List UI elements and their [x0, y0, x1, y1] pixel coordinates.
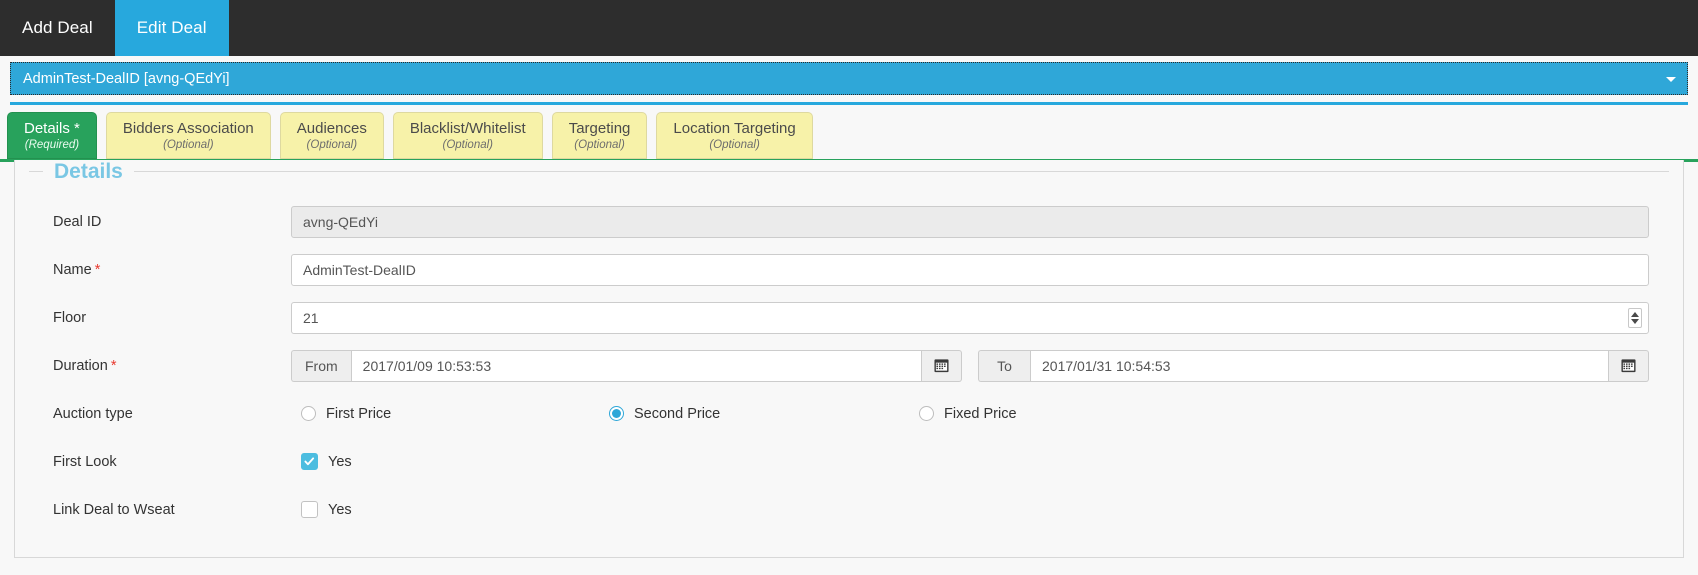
name-field-wrap: [291, 253, 1669, 286]
tab-location-targeting-title: Location Targeting: [673, 120, 796, 137]
tab-bidders-association-subtitle: (Optional): [163, 139, 214, 152]
duration-from-addon: From: [291, 349, 351, 382]
tab-audiences-title: Audiences: [296, 120, 367, 137]
first-look-label: First Look: [53, 453, 117, 470]
tab-bidders-association[interactable]: Bidders Association (Optional): [105, 112, 271, 159]
auction-type-label: Auction type: [53, 405, 133, 422]
legend-rule-right: [133, 171, 1669, 173]
radio-first-price-indicator[interactable]: [301, 406, 316, 422]
tab-details-title: Details *: [24, 120, 80, 137]
checkbox-link-deal-to-wseat-indicator[interactable]: [301, 501, 318, 519]
radio-second-price[interactable]: Second Price: [609, 406, 919, 422]
form-row-first-look: First Look Yes: [29, 438, 1669, 486]
deal-selector-dropdown[interactable]: AdminTest-DealID [avng-QEdYi]: [10, 62, 1688, 95]
tab-audiences-subtitle: (Optional): [306, 139, 358, 152]
duration-field-wrap: From 2017/01/09 10:53:53 To 2017/01/31 1…: [291, 349, 1669, 382]
floor-label: Floor: [53, 309, 87, 326]
form-row-deal-id: Deal ID: [29, 198, 1669, 246]
deal-id-field-wrap: [291, 205, 1669, 238]
calendar-icon: [934, 359, 949, 373]
tab-blacklist-whitelist[interactable]: Blacklist/Whitelist (Optional): [392, 112, 543, 159]
tab-details[interactable]: Details * (Required): [7, 112, 97, 168]
topnav-tab-edit-deal-label: Edit Deal: [136, 18, 207, 37]
duration-label-text: Duration: [53, 357, 108, 374]
tab-location-targeting-subtitle: (Optional): [709, 139, 760, 152]
duration-required-marker: *: [110, 357, 117, 374]
topnav-tab-add-deal[interactable]: Add Deal: [0, 0, 115, 56]
check-icon: [304, 457, 315, 466]
checkbox-first-look-indicator[interactable]: [301, 453, 318, 471]
floor-input[interactable]: [291, 301, 1649, 334]
radio-second-price-label: Second Price: [634, 405, 721, 422]
duration-to-input[interactable]: [1030, 349, 1609, 382]
tab-targeting-subtitle: (Optional): [574, 139, 625, 152]
duration-from-input[interactable]: [350, 349, 922, 382]
section-tabs: Details * (Required) Bidders Association…: [0, 105, 1698, 168]
tab-audiences[interactable]: Audiences (Optional): [279, 112, 384, 159]
form-row-auction-type: Auction type First Price Second Price Fi…: [29, 390, 1669, 438]
tab-targeting[interactable]: Targeting (Optional): [551, 112, 648, 159]
auction-type-field-wrap: First Price Second Price Fixed Price: [291, 406, 1669, 422]
duration-label: Duration *: [29, 358, 291, 374]
floor-field-wrap: [291, 301, 1669, 334]
deal-id-input[interactable]: [291, 205, 1649, 238]
tab-blacklist-whitelist-subtitle: (Optional): [442, 139, 494, 152]
checkbox-link-deal-to-wseat[interactable]: Yes: [301, 501, 352, 519]
name-input[interactable]: [291, 253, 1649, 286]
details-panel-container: Details Deal ID Name*: [0, 159, 1698, 558]
details-form: Deal ID Name* Floor: [29, 184, 1669, 534]
name-required-marker: *: [94, 261, 101, 278]
spinner-updown-icon[interactable]: [1628, 307, 1642, 328]
name-label: Name *: [29, 262, 291, 278]
duration-from-group: From: [291, 349, 962, 382]
details-legend-row: Details: [29, 160, 1669, 184]
form-row-link-deal-to-wseat: Link Deal to Wseat Yes: [29, 486, 1669, 534]
spinner-down-arrow-icon[interactable]: [1631, 318, 1639, 324]
form-row-floor: Floor: [29, 294, 1669, 342]
radio-first-price[interactable]: First Price: [301, 406, 609, 422]
top-navigation-bar: Add Deal Edit Deal: [0, 0, 1698, 56]
checkbox-first-look[interactable]: Yes: [301, 453, 352, 471]
duration-to-group: To: [978, 349, 1649, 382]
duration-to-calendar-button[interactable]: [1609, 349, 1649, 382]
duration-from-calendar-button[interactable]: [922, 349, 962, 382]
tab-targeting-title: Targeting: [568, 120, 631, 137]
form-row-duration: Duration * From 2017/01/09 10:53:53 To 2…: [29, 342, 1669, 390]
first-look-field-wrap: Yes: [291, 453, 1669, 471]
calendar-icon: [1621, 359, 1636, 373]
radio-second-price-indicator[interactable]: [609, 406, 624, 422]
details-fieldset: Details Deal ID Name*: [14, 159, 1684, 558]
topnav-tab-edit-deal[interactable]: Edit Deal: [114, 0, 229, 56]
legend-rule-left: [29, 171, 43, 173]
auction-type-radio-group: First Price Second Price Fixed Price: [301, 406, 1649, 422]
radio-fixed-price[interactable]: Fixed Price: [919, 406, 1017, 422]
duration-to-addon: To: [978, 349, 1030, 382]
radio-first-price-label: First Price: [326, 405, 392, 422]
name-label-text: Name: [53, 261, 92, 278]
form-row-name: Name *: [29, 246, 1669, 294]
tab-location-targeting[interactable]: Location Targeting (Optional): [656, 112, 813, 159]
deal-selector-container: AdminTest-DealID [avng-QEdYi]: [0, 56, 1698, 105]
tab-details-subtitle: (Required): [24, 139, 80, 152]
deal-id-label: Deal ID: [53, 213, 102, 230]
checkbox-link-deal-to-wseat-label: Yes: [328, 501, 352, 518]
topnav-tab-add-deal-label: Add Deal: [22, 18, 93, 37]
details-legend: Details: [54, 159, 123, 183]
radio-fixed-price-indicator[interactable]: [919, 406, 934, 422]
tab-blacklist-whitelist-title: Blacklist/Whitelist: [409, 120, 526, 137]
chevron-down-icon: [1666, 76, 1676, 82]
tab-bidders-association-title: Bidders Association: [122, 120, 254, 137]
spinner-up-arrow-icon[interactable]: [1631, 311, 1639, 317]
edit-deal-page: Add Deal Edit Deal AdminTest-DealID [avn…: [0, 0, 1698, 575]
checkbox-first-look-label: Yes: [328, 453, 352, 470]
link-deal-to-wseat-field-wrap: Yes: [291, 501, 1669, 519]
radio-fixed-price-label: Fixed Price: [944, 405, 1017, 422]
deal-selector-value: AdminTest-DealID [avng-QEdYi]: [23, 70, 230, 87]
link-deal-to-wseat-label: Link Deal to Wseat: [53, 501, 175, 518]
floor-spinner-wrap: [291, 301, 1649, 334]
